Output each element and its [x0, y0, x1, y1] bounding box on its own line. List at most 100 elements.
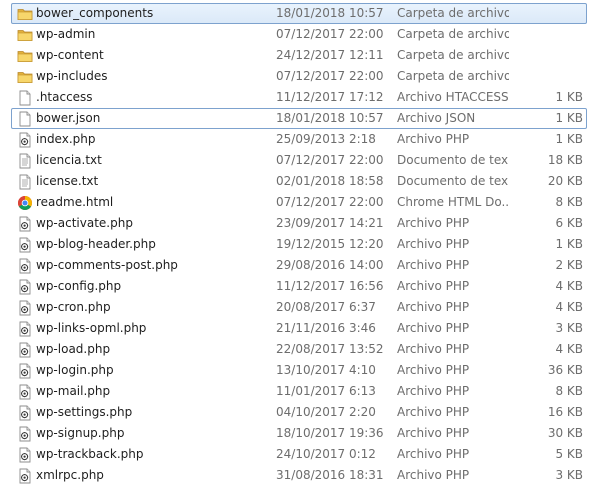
file-type: Archivo PHP [397, 426, 470, 440]
file-date: 29/08/2016 14:00 [276, 258, 384, 272]
blank-file-icon [17, 111, 33, 127]
file-size: 2 KB [555, 258, 583, 272]
file-name: wp-links-opml.php [36, 321, 147, 335]
file-size: 4 KB [555, 279, 583, 293]
file-name: wp-comments-post.php [36, 258, 178, 272]
text-file-icon [17, 174, 33, 190]
file-size: 3 KB [555, 321, 583, 335]
php-file-icon [17, 321, 33, 337]
file-row-wp-cron-php[interactable]: wp-cron.php 20/08/2017 6:37 Archivo PHP 4 K… [11, 297, 587, 318]
php-file-icon [17, 447, 33, 463]
file-name: wp-activate.php [36, 216, 133, 230]
file-row-wp-signup-php[interactable]: wp-signup.php 18/10/2017 19:36 Archivo PHP… [11, 423, 587, 444]
file-row-htaccess[interactable]: .htaccess 11/12/2017 17:12 Archivo HTACCES… [11, 87, 587, 108]
php-file-icon [17, 426, 33, 442]
file-size [512, 67, 583, 86]
file-date: 02/01/2018 18:58 [276, 174, 384, 188]
file-size: 4 KB [555, 342, 583, 356]
file-name: xmlrpc.php [36, 468, 104, 482]
file-row-wp-comments-post-php[interactable]: wp-comments-post.php 29/08/2016 14:00 Arch… [11, 255, 587, 276]
blank-file-icon [17, 90, 33, 106]
file-date: 18/01/2018 10:57 [276, 6, 384, 20]
file-size [512, 25, 583, 44]
file-name: wp-login.php [36, 363, 114, 377]
file-date: 31/08/2016 18:31 [276, 468, 384, 482]
file-row-xmlrpc-php[interactable]: xmlrpc.php 31/08/2016 18:31 Archivo PHP 3 K… [11, 465, 587, 486]
file-row-index-php[interactable]: index.php 25/09/2013 2:18 Archivo PHP 1 KB [11, 129, 587, 150]
file-size [512, 46, 583, 65]
file-date: 24/10/2017 0:12 [276, 447, 376, 461]
file-name: bower_components [36, 6, 154, 20]
file-row-wp-config-php[interactable]: wp-config.php 11/12/2017 16:56 Archivo PHP… [11, 276, 587, 297]
file-type: Archivo PHP [397, 321, 470, 335]
file-type: Archivo PHP [397, 216, 470, 230]
file-row-wp-settings-php[interactable]: wp-settings.php 04/10/2017 2:20 Archivo PH… [11, 402, 587, 423]
file-type: Carpeta de archivos [397, 69, 509, 83]
file-date: 11/12/2017 17:12 [276, 90, 384, 104]
file-name: wp-includes [36, 69, 108, 83]
file-name: wp-config.php [36, 279, 122, 293]
file-size: 1 KB [555, 111, 583, 125]
file-type: Archivo JSON [397, 111, 476, 125]
php-file-icon [17, 363, 33, 379]
folder-icon [17, 6, 33, 22]
file-row-wp-content[interactable]: wp-content 24/12/2017 12:11 Carpeta de arc… [11, 45, 587, 66]
folder-icon [17, 48, 33, 64]
file-size: 20 KB [547, 174, 583, 188]
file-row-wp-load-php[interactable]: wp-load.php 22/08/2017 13:52 Archivo PHP 4 … [11, 339, 587, 360]
file-row-wp-activate-php[interactable]: wp-activate.php 23/09/2017 14:21 Archivo P… [11, 213, 587, 234]
php-file-icon [17, 342, 33, 358]
php-file-icon [17, 300, 33, 316]
file-row-wp-mail-php[interactable]: wp-mail.php 11/01/2017 6:13 Archivo PHP 8 K… [11, 381, 587, 402]
file-date: 22/08/2017 13:52 [276, 342, 384, 356]
file-size: 8 KB [555, 384, 583, 398]
file-date: 04/10/2017 2:20 [276, 405, 376, 419]
file-type: Archivo PHP [397, 237, 470, 251]
file-date: 07/12/2017 22:00 [276, 195, 384, 209]
file-size: 6 KB [555, 216, 583, 230]
file-type: Chrome HTML Do... [397, 195, 509, 209]
file-row-licencia-txt[interactable]: licencia.txt 07/12/2017 22:00 Documento de… [11, 150, 587, 171]
file-row-readme-html[interactable]: readme.html 07/12/2017 22:00 Chrome HTML D… [11, 192, 587, 213]
file-date: 07/12/2017 22:00 [276, 27, 384, 41]
file-size: 36 KB [547, 363, 583, 377]
file-type: Carpeta de archivos [397, 48, 509, 62]
file-date: 11/01/2017 6:13 [276, 384, 376, 398]
file-row-wp-admin[interactable]: wp-admin 07/12/2017 22:00 Carpeta de archi… [11, 24, 587, 45]
file-type: Archivo PHP [397, 279, 470, 293]
text-file-icon [17, 153, 33, 169]
file-name: wp-load.php [36, 342, 111, 356]
file-size: 5 KB [555, 447, 583, 461]
file-row-wp-blog-header-php[interactable]: wp-blog-header.php 19/12/2015 12:20 Archiv… [11, 234, 587, 255]
php-file-icon [17, 258, 33, 274]
file-type: Archivo PHP [397, 363, 470, 377]
file-name: wp-settings.php [36, 405, 133, 419]
file-name: wp-trackback.php [36, 447, 144, 461]
file-date: 07/12/2017 22:00 [276, 69, 384, 83]
file-type: Archivo PHP [397, 405, 470, 419]
file-size: 8 KB [555, 195, 583, 209]
chrome-icon [17, 195, 33, 211]
file-type: Archivo PHP [397, 300, 470, 314]
file-type: Archivo PHP [397, 468, 470, 482]
file-size: 30 KB [547, 426, 583, 440]
file-row-license-txt[interactable]: license.txt 02/01/2018 18:58 Documento de … [11, 171, 587, 192]
php-file-icon [17, 132, 33, 148]
file-date: 23/09/2017 14:21 [276, 216, 384, 230]
file-date: 20/08/2017 6:37 [276, 300, 376, 314]
file-row-wp-links-opml-php[interactable]: wp-links-opml.php 21/11/2016 3:46 Archivo … [11, 318, 587, 339]
file-row-wp-includes[interactable]: wp-includes 07/12/2017 22:00 Carpeta de ar… [11, 66, 587, 87]
file-name: readme.html [36, 195, 114, 209]
file-row-wp-login-php[interactable]: wp-login.php 13/10/2017 4:10 Archivo PHP 36… [11, 360, 587, 381]
file-row-bower-json[interactable]: bower.json 18/01/2018 10:57 Archivo JSON 1 … [11, 108, 587, 129]
file-type: Carpeta de archivos [397, 6, 509, 20]
file-name: wp-mail.php [36, 384, 111, 398]
file-type: Carpeta de archivos [397, 27, 509, 41]
file-date: 25/09/2013 2:18 [276, 132, 376, 146]
file-name: license.txt [36, 174, 99, 188]
file-size: 4 KB [555, 300, 583, 314]
file-date: 18/01/2018 10:57 [276, 111, 384, 125]
file-row-wp-trackback-php[interactable]: wp-trackback.php 24/10/2017 0:12 Archivo P… [11, 444, 587, 465]
file-row-bower-components[interactable]: bower_components 18/01/2018 10:57 Carpeta … [11, 3, 587, 24]
file-size: 3 KB [555, 468, 583, 482]
